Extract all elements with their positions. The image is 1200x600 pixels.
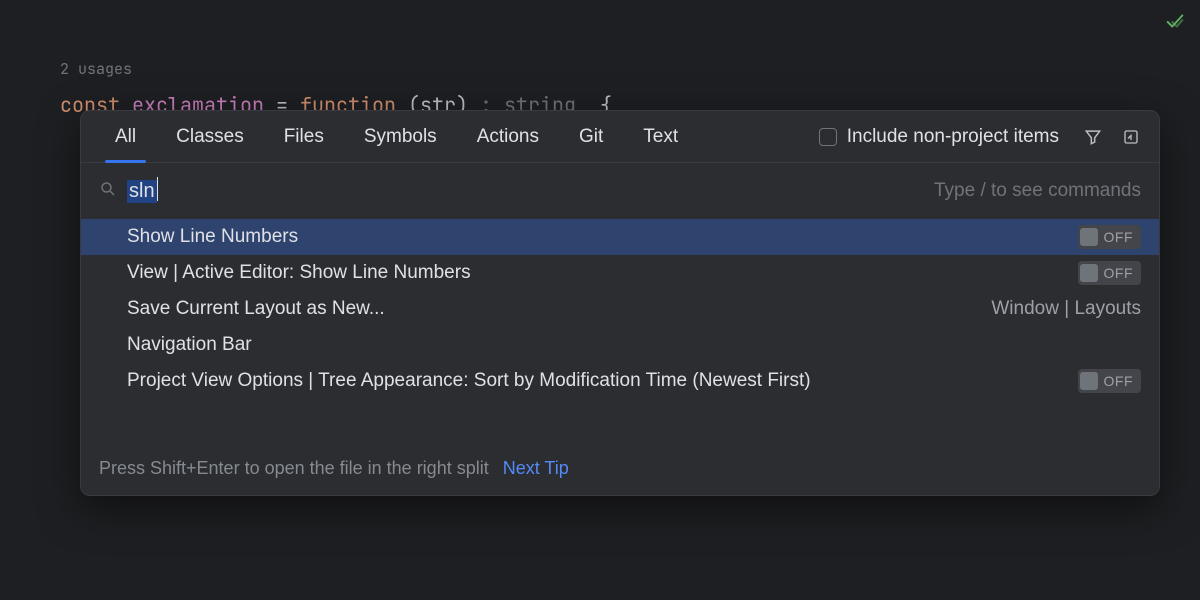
result-item[interactable]: Save Current Layout as New... Window | La… — [81, 291, 1159, 327]
result-item[interactable]: View | Active Editor: Show Line Numbers O… — [81, 255, 1159, 291]
toggle-state-label: OFF — [1098, 265, 1140, 281]
result-label: Show Line Numbers — [127, 226, 298, 248]
toggle-switch[interactable]: OFF — [1078, 369, 1142, 393]
toggle-knob — [1080, 264, 1098, 282]
popup-footer: Press Shift+Enter to open the file in th… — [81, 443, 1159, 495]
result-label: Navigation Bar — [127, 334, 252, 356]
search-hint: Type / to see commands — [934, 180, 1141, 202]
result-label: Save Current Layout as New... — [127, 298, 385, 320]
toggle-knob — [1080, 228, 1098, 246]
tab-actions[interactable]: Actions — [457, 111, 559, 162]
tab-files[interactable]: Files — [264, 111, 344, 162]
search-tabs: AllClassesFilesSymbolsActionsGitText Inc… — [81, 111, 1159, 163]
toggle-switch[interactable]: OFF — [1078, 225, 1142, 249]
search-everywhere-popup: AllClassesFilesSymbolsActionsGitText Inc… — [80, 110, 1160, 496]
code-editor-continuation[interactable]: bark(); — [0, 550, 1200, 600]
toggle-state-label: OFF — [1098, 229, 1140, 245]
include-non-project-checkbox[interactable] — [819, 128, 837, 146]
include-non-project-label: Include non-project items — [847, 126, 1059, 148]
result-item[interactable]: Show Line Numbers OFF — [81, 219, 1159, 255]
toggle-knob — [1080, 372, 1098, 390]
filter-icon[interactable] — [1079, 123, 1107, 151]
toggle-state-label: OFF — [1098, 373, 1140, 389]
search-input[interactable]: sln — [127, 179, 934, 203]
toggle-switch[interactable]: OFF — [1078, 261, 1142, 285]
tab-git[interactable]: Git — [559, 111, 623, 162]
footer-tip: Press Shift+Enter to open the file in th… — [99, 458, 489, 479]
search-row: sln Type / to see commands — [81, 163, 1159, 219]
result-label: Project View Options | Tree Appearance: … — [127, 370, 811, 392]
result-label: View | Active Editor: Show Line Numbers — [127, 262, 471, 284]
tab-all[interactable]: All — [95, 111, 156, 162]
tab-text[interactable]: Text — [623, 111, 698, 162]
search-icon — [99, 180, 117, 203]
tab-symbols[interactable]: Symbols — [344, 111, 457, 162]
tab-classes[interactable]: Classes — [156, 111, 264, 162]
text-caret — [157, 177, 158, 201]
search-input-text: sln — [127, 180, 157, 203]
no-problems-icon[interactable] — [1164, 10, 1186, 37]
result-item[interactable]: Project View Options | Tree Appearance: … — [81, 363, 1159, 399]
usages-hint[interactable]: 2 usages — [60, 52, 1200, 86]
pin-icon[interactable] — [1117, 123, 1145, 151]
result-item[interactable]: Navigation Bar — [81, 327, 1159, 363]
include-non-project-wrap[interactable]: Include non-project items — [819, 126, 1069, 148]
results-list: Show Line NumbersOFFView | Active Editor… — [81, 219, 1159, 399]
result-hint: Window | Layouts — [991, 298, 1141, 320]
next-tip-link[interactable]: Next Tip — [503, 458, 569, 479]
